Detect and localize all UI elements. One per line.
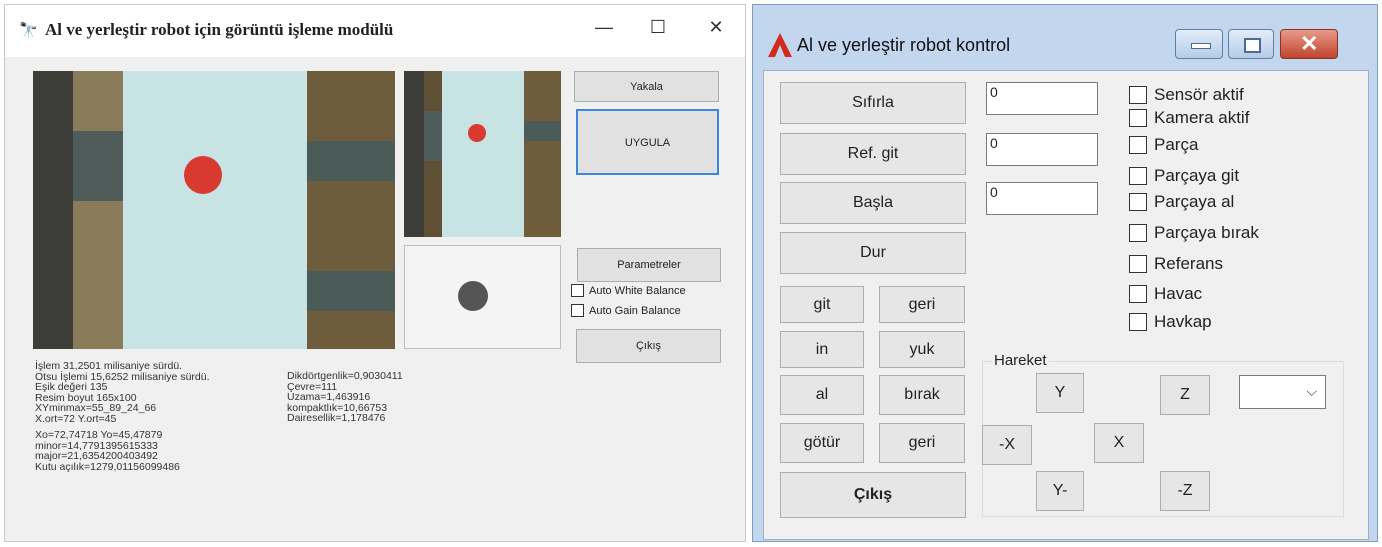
checkbox-label: Parçaya git (1154, 166, 1240, 185)
exit-button[interactable]: Çıkış (780, 472, 966, 518)
checkbox-label: Kamera aktif (1154, 108, 1250, 127)
apply-button[interactable]: UYGULA (576, 109, 719, 175)
down-button[interactable]: in (780, 331, 864, 368)
checkbox-box[interactable] (1129, 255, 1147, 273)
restore-icon (1244, 38, 1261, 53)
stat-line: Eşik değeri 135 (35, 381, 108, 393)
exit-button[interactable]: Çıkış (576, 329, 721, 363)
checkbox-box[interactable] (571, 304, 584, 317)
checkbox-box[interactable] (1129, 313, 1147, 331)
checkbox-label: Referans (1154, 254, 1223, 273)
stat-line: Dairesellik=1,178476 (287, 412, 386, 424)
part-checkbox[interactable]: Parça (1129, 135, 1198, 155)
checkbox-box[interactable] (1129, 224, 1147, 242)
stat-line: X.ort=72 Y.ort=45 (35, 412, 117, 425)
processing-stats: İşlem 31,2501 milisaniye sürdü. Otsu İşl… (35, 361, 285, 472)
close-button[interactable]: ✕ (1280, 29, 1338, 59)
window-title: Al ve yerleştir robot için görüntü işlem… (45, 20, 394, 39)
z-minus-button[interactable]: -Z (1160, 471, 1210, 511)
shape-stats: Dikdörtgenlik=0,9030411 Çevre=111 Uzama=… (287, 371, 487, 424)
maximize-button[interactable]: ☐ (643, 17, 673, 38)
app-icon: 🔭 (19, 22, 38, 39)
stat-line: major=21,6354200403492 (35, 450, 158, 462)
havkap-checkbox[interactable]: Havkap (1129, 312, 1212, 332)
parameters-button[interactable]: Parametreler (577, 248, 721, 282)
havac-checkbox[interactable]: Havac (1129, 284, 1202, 304)
control-panel: Sıfırla Ref. git Başla Dur git geri in y… (763, 70, 1369, 540)
app-logo-icon (768, 33, 792, 57)
processed-image (404, 245, 561, 349)
auto-white-balance-checkbox[interactable]: Auto White Balance (571, 284, 686, 297)
checkbox-label: Auto Gain Balance (589, 304, 681, 317)
checkbox-box[interactable] (1129, 193, 1147, 211)
checkbox-label: Parçaya al (1154, 192, 1235, 211)
stat-line: XYminmax=55_89_24_66 (35, 402, 157, 414)
stat-line: İşlem 31,2501 milisaniye sürdü. (35, 360, 183, 372)
reset-button[interactable]: Sıfırla (780, 82, 966, 124)
value-input-1[interactable]: 0 (986, 82, 1098, 115)
window-title: Al ve yerleştir robot kontrol (797, 35, 1011, 55)
carry-button[interactable]: götür (780, 423, 864, 463)
checkbox-label: Havkap (1154, 312, 1212, 331)
camera-image (33, 71, 395, 349)
minimize-button[interactable]: — (589, 17, 619, 38)
vision-module-window: 🔭 Al ve yerleştir robot için görüntü işl… (4, 4, 746, 542)
y-plus-button[interactable]: Y (1036, 373, 1084, 413)
checkbox-label: Auto White Balance (589, 284, 686, 297)
x-minus-button[interactable]: -X (982, 425, 1032, 465)
minimize-icon (1191, 43, 1211, 49)
minimize-button[interactable] (1175, 29, 1223, 59)
take-button[interactable]: al (780, 375, 864, 415)
checkbox-label: Parça (1154, 135, 1199, 154)
z-plus-button[interactable]: Z (1160, 375, 1210, 415)
stat-line: Uzama=1,463916 (287, 391, 371, 403)
close-button[interactable]: ✕ (701, 17, 731, 38)
back-button-2[interactable]: geri (879, 423, 965, 463)
checkbox-box[interactable] (571, 284, 584, 297)
capture-button[interactable]: Yakala (574, 71, 719, 102)
value-input-3[interactable]: 0 (986, 182, 1098, 215)
checkbox-label: Parçaya bırak (1154, 223, 1259, 242)
camera-active-checkbox[interactable]: Kamera aktif (1129, 108, 1249, 128)
checkbox-box[interactable] (1129, 86, 1147, 104)
checkbox-box[interactable] (1129, 285, 1147, 303)
sensor-active-checkbox[interactable]: Sensör aktif (1129, 85, 1244, 105)
ref-go-button[interactable]: Ref. git (780, 133, 966, 175)
go-to-part-checkbox[interactable]: Parçaya git (1129, 166, 1239, 186)
x-plus-button[interactable]: X (1094, 423, 1144, 463)
back-button[interactable]: geri (879, 286, 965, 323)
axis-select[interactable]: ⌵ (1239, 375, 1326, 409)
drop-button[interactable]: bırak (879, 375, 965, 415)
stat-line: Dikdörtgenlik=0,9030411 (287, 370, 403, 382)
stop-button[interactable]: Dur (780, 232, 966, 274)
reference-checkbox[interactable]: Referans (1129, 254, 1223, 274)
take-part-checkbox[interactable]: Parçaya al (1129, 192, 1234, 212)
up-button[interactable]: yuk (879, 331, 965, 368)
checkbox-label: Sensör aktif (1154, 85, 1244, 104)
stat-line: Xo=72,74718 Yo=45,47879 (35, 429, 163, 441)
y-minus-button[interactable]: Y- (1036, 471, 1084, 511)
checkbox-box[interactable] (1129, 167, 1147, 185)
camera-thumbnail (404, 71, 561, 237)
start-button[interactable]: Başla (780, 182, 966, 224)
value-input-2[interactable]: 0 (986, 133, 1098, 166)
checkbox-box[interactable] (1129, 109, 1147, 127)
stat-line: Kutu açılık=1279,01156099486 (35, 460, 180, 473)
chevron-down-icon: ⌵ (1306, 383, 1317, 399)
close-icon: ✕ (1300, 31, 1319, 56)
drop-part-checkbox[interactable]: Parçaya bırak (1129, 223, 1259, 243)
checkbox-box[interactable] (1129, 136, 1147, 154)
checkbox-label: Havac (1154, 284, 1203, 303)
movement-group-label: Hareket (992, 352, 1049, 369)
restore-button[interactable] (1228, 29, 1274, 59)
go-button[interactable]: git (780, 286, 864, 323)
robot-control-window: Al ve yerleştir robot kontrol ✕ Sıfırla … (752, 4, 1378, 542)
auto-gain-balance-checkbox[interactable]: Auto Gain Balance (571, 304, 681, 317)
title-bar: 🔭 Al ve yerleştir robot için görüntü işl… (5, 5, 745, 57)
